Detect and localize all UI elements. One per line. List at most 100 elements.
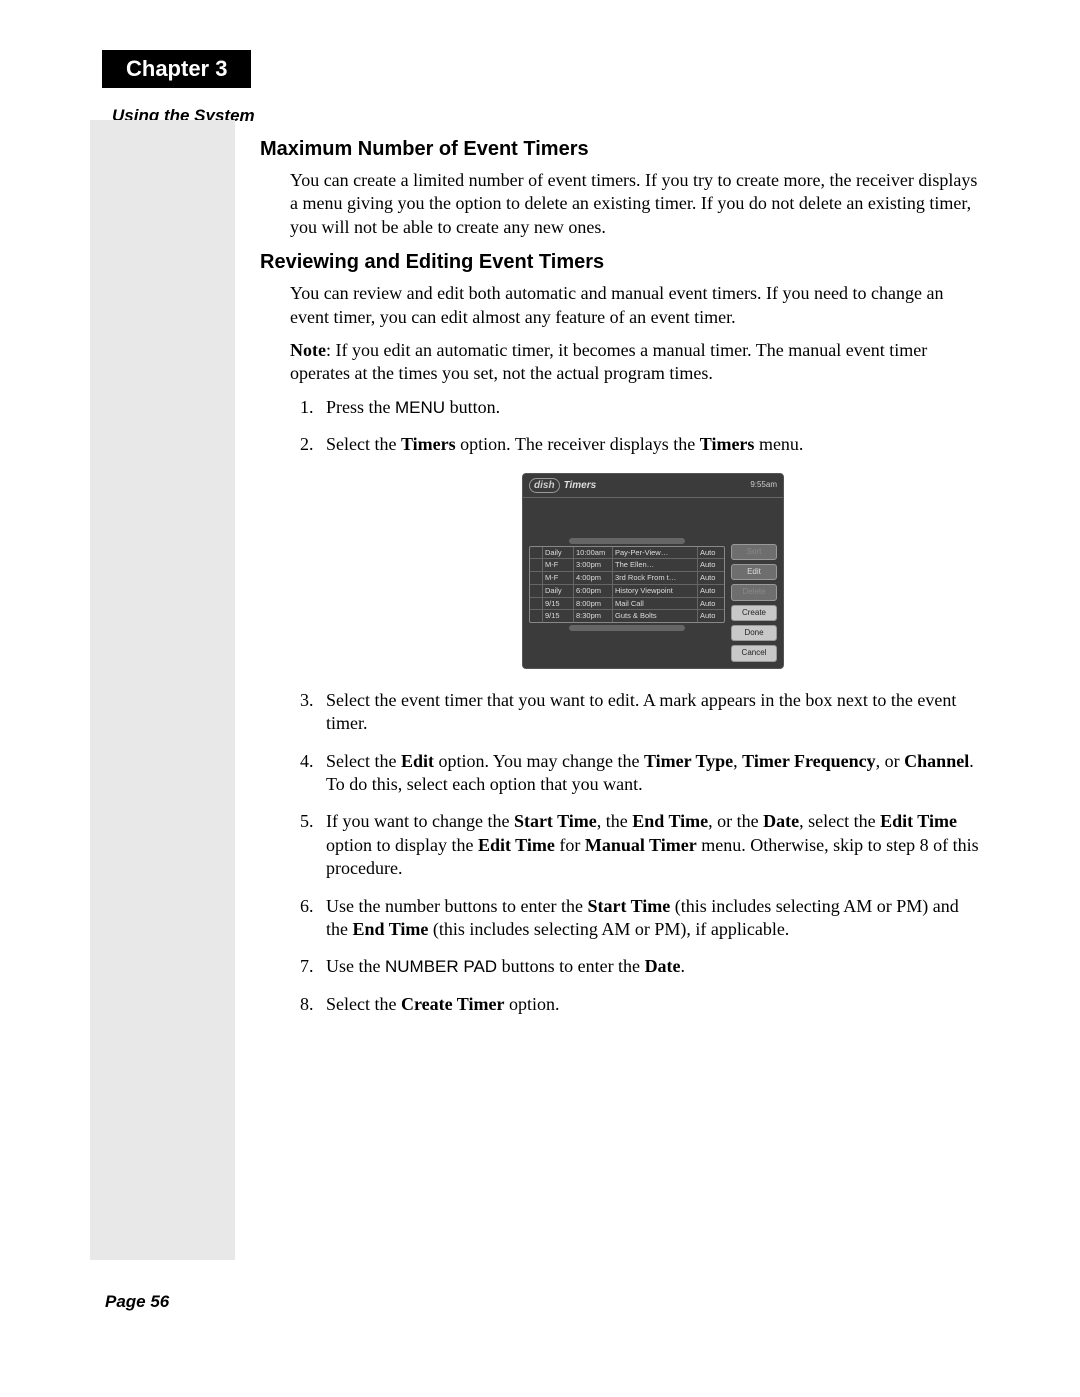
number-pad-label: NUMBER PAD [385,957,497,976]
text: for [555,835,585,855]
text: option. The receiver displays the [456,434,700,454]
screen-titlebar: dish Timers 9:55am [523,474,783,498]
program-cell: Guts & Bolts [613,610,698,622]
freq-cell: M-F [543,572,574,584]
text: Press the [326,397,395,417]
step-5: If you want to change the Start Time, th… [318,810,980,880]
scroll-down-icon[interactable] [569,625,685,631]
freq-cell: 9/15 [543,598,574,610]
text: , [733,751,742,771]
type-cell: Auto [698,585,724,597]
text: , or the [708,811,763,831]
table-row[interactable]: M-F 3:00pm The Ellen… Auto [530,559,724,572]
scroll-up-icon[interactable] [569,538,685,544]
start-time: Start Time [587,896,670,916]
time-cell: 4:00pm [574,572,613,584]
table-row[interactable]: Daily 6:00pm History Viewpoint Auto [530,585,724,598]
timer-type: Timer Type [644,751,733,771]
step-7: Use the NUMBER PAD buttons to enter the … [318,955,980,978]
side-buttons: Sort Edit Delete Create Done Cancel [731,544,777,662]
timer-frequency: Timer Frequency [742,751,876,771]
step-4: Select the Edit option. You may change t… [318,750,980,797]
time-cell: 8:30pm [574,610,613,622]
text: option. You may change the [434,751,644,771]
program-cell: History Viewpoint [613,585,698,597]
end-time: End Time [353,919,429,939]
para-note: Note: If you edit an automatic timer, it… [290,339,980,386]
steps-list: Press the MENU button. Select the Timers… [290,396,980,1016]
program-cell: 3rd Rock From t… [613,572,698,584]
text: Select the [326,994,401,1014]
text: (this includes selecting AM or PM), if a… [428,919,789,939]
manual-timer: Manual Timer [585,835,697,855]
checkbox[interactable] [530,610,543,622]
freq-cell: Daily [543,547,574,559]
sort-button[interactable]: Sort [731,544,777,560]
checkbox[interactable] [530,559,543,571]
screen-body: Daily 10:00am Pay-Per-View… Auto M-F 3:0… [523,498,783,668]
program-cell: Pay-Per-View… [613,547,698,559]
screen-title: Timers [564,479,751,492]
checkbox[interactable] [530,547,543,559]
end-time: End Time [632,811,708,831]
edit-time-option: Edit Time [880,811,957,831]
page-footer: Page 56 [105,1292,169,1312]
step-6: Use the number buttons to enter the Star… [318,895,980,942]
cancel-button[interactable]: Cancel [731,645,777,661]
checkbox[interactable] [530,585,543,597]
delete-button[interactable]: Delete [731,584,777,600]
checkbox[interactable] [530,572,543,584]
edit-option: Edit [401,751,434,771]
timers-table-wrap: Daily 10:00am Pay-Per-View… Auto M-F 3:0… [529,538,725,662]
done-button[interactable]: Done [731,625,777,641]
checkbox[interactable] [530,598,543,610]
step-2: Select the Timers option. The receiver d… [318,433,980,669]
para-review-intro: You can review and edit both automatic a… [290,282,980,329]
timers-option: Timers [401,434,456,454]
table-row[interactable]: Daily 10:00am Pay-Per-View… Auto [530,547,724,560]
program-cell: The Ellen… [613,559,698,571]
type-cell: Auto [698,559,724,571]
table-row[interactable]: M-F 4:00pm 3rd Rock From t… Auto [530,572,724,585]
step-1: Press the MENU button. [318,396,980,419]
program-cell: Mail Call [613,598,698,610]
table-row[interactable]: 9/15 8:00pm Mail Call Auto [530,598,724,611]
dish-logo: dish [529,478,560,493]
menu-button-label: MENU [395,398,445,417]
section-subtitle: Using the System [112,106,990,126]
note-body: : If you edit an automatic timer, it bec… [290,340,927,383]
manual-page: Chapter 3 Using the System Maximum Numbe… [0,0,1080,1397]
table-row[interactable]: 9/15 8:30pm Guts & Bolts Auto [530,610,724,622]
freq-cell: M-F [543,559,574,571]
timers-screen: dish Timers 9:55am Daily [522,473,784,669]
edit-button[interactable]: Edit [731,564,777,580]
type-cell: Auto [698,598,724,610]
timers-table: Daily 10:00am Pay-Per-View… Auto M-F 3:0… [529,546,725,624]
text: , select the [799,811,880,831]
time-cell: 6:00pm [574,585,613,597]
date: Date [645,956,681,976]
type-cell: Auto [698,547,724,559]
start-time: Start Time [514,811,597,831]
text: If you want to change the [326,811,514,831]
text: menu. [754,434,803,454]
type-cell: Auto [698,572,724,584]
text: buttons to enter the [497,956,644,976]
time-cell: 3:00pm [574,559,613,571]
chapter-badge: Chapter 3 [102,50,251,88]
text: . [681,956,686,976]
text: Use the number buttons to enter the [326,896,587,916]
text: Use the [326,956,385,976]
text: option to display the [326,835,478,855]
clock-icon: 9:55am [750,480,777,490]
edit-time-menu: Edit Time [478,835,555,855]
text: option. [504,994,559,1014]
content-area: Maximum Number of Event Timers You can c… [260,138,980,1016]
time-cell: 8:00pm [574,598,613,610]
text: Select the [326,434,401,454]
step-3: Select the event timer that you want to … [318,689,980,736]
create-button[interactable]: Create [731,605,777,621]
heading-review-edit: Reviewing and Editing Event Timers [260,251,980,274]
date: Date [763,811,799,831]
note-label: Note [290,340,326,360]
